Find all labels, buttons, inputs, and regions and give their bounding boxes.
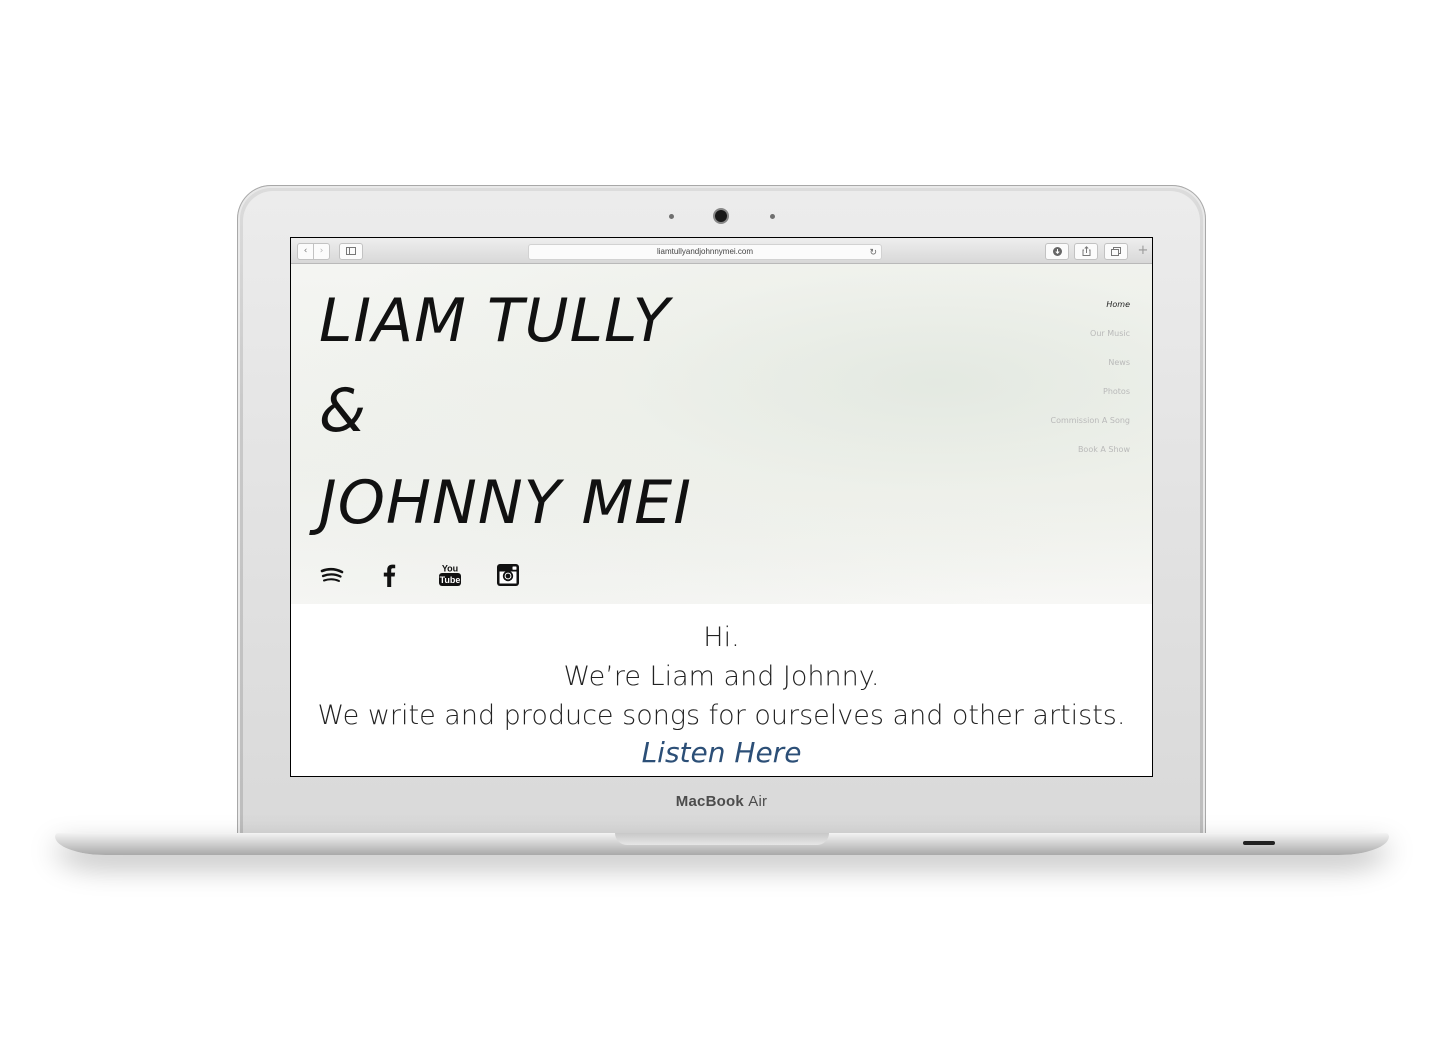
facebook-icon[interactable]: [377, 562, 403, 588]
sidebar-icon[interactable]: [339, 243, 363, 260]
svg-text:Tube: Tube: [440, 575, 461, 585]
trackpad-notch: [615, 833, 829, 845]
sensor-dot-right: [770, 214, 775, 219]
site-nav: Home Our Music News Photos Commission A …: [1051, 295, 1131, 469]
chevron-left-icon[interactable]: ‹: [297, 243, 314, 260]
browser-toolbar: ‹ › liamtullyandjohnnymei.com ↻ +: [291, 238, 1152, 264]
laptop-model-label: MacBook Air: [237, 793, 1206, 810]
download-icon[interactable]: [1045, 243, 1069, 260]
hero-title-ampersand: &: [319, 376, 367, 446]
instagram-icon[interactable]: [495, 562, 521, 588]
hero-title-line-1: LIAM TULLY: [319, 286, 671, 356]
share-icon[interactable]: [1074, 243, 1098, 260]
laptop-base: [55, 833, 1389, 855]
nav-news[interactable]: News: [1051, 353, 1130, 382]
tabs-icon[interactable]: [1104, 243, 1128, 260]
hero-title-line-3: JOHNNY MEI: [319, 468, 692, 538]
laptop-screen: ‹ › liamtullyandjohnnymei.com ↻ + LIAM T…: [290, 237, 1153, 777]
youtube-icon[interactable]: You Tube: [437, 562, 463, 588]
intro-line-3: We write and produce songs for ourselves…: [317, 700, 1126, 731]
sensor-dot-left: [669, 214, 674, 219]
hero-section: LIAM TULLY & JOHNNY MEI You Tube Home Ou…: [291, 264, 1152, 604]
plus-icon[interactable]: +: [1134, 243, 1152, 258]
svg-text:You: You: [442, 564, 458, 574]
laptop-model: Air: [748, 793, 768, 810]
spotify-icon[interactable]: [319, 562, 345, 588]
nav-photos[interactable]: Photos: [1051, 382, 1130, 411]
address-bar[interactable]: liamtullyandjohnnymei.com ↻: [528, 244, 882, 260]
webpage: LIAM TULLY & JOHNNY MEI You Tube Home Ou…: [291, 264, 1152, 776]
port-slot: [1243, 841, 1275, 845]
listen-here-link[interactable]: Listen Here: [291, 735, 1152, 771]
nav-book-a-show[interactable]: Book A Show: [1051, 440, 1130, 469]
intro-greeting: Hi.: [703, 622, 740, 653]
nav-home[interactable]: Home: [1051, 295, 1130, 324]
intro-line-2: We’re Liam and Johnny.: [563, 661, 880, 692]
url-text: liamtullyandjohnnymei.com: [656, 247, 754, 256]
nav-our-music[interactable]: Our Music: [1051, 324, 1130, 353]
chevron-right-icon[interactable]: ›: [313, 243, 330, 260]
intro-section: Hi. We’re Liam and Johnny. We write and …: [291, 618, 1152, 771]
nav-commission-a-song[interactable]: Commission A Song: [1051, 411, 1131, 440]
laptop-brand: MacBook: [675, 793, 744, 810]
reload-icon[interactable]: ↻: [869, 245, 877, 259]
camera-icon: [715, 210, 727, 222]
